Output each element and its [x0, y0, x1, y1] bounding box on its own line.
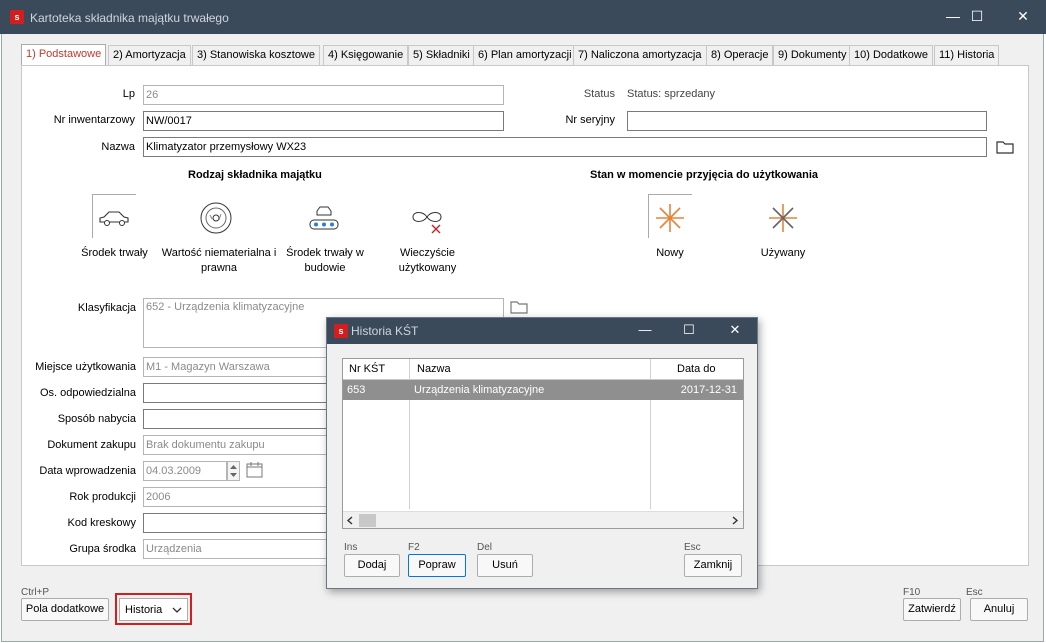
app-icon: s [10, 10, 24, 24]
calendar-icon[interactable] [246, 461, 263, 481]
acquisition-field[interactable] [143, 409, 333, 429]
asset-state-title: Stan w momencie przyjęcia do użytkowania [590, 169, 819, 181]
asset-kind-wieczyscie-uzytkowany[interactable]: Wieczyście użytkowany [380, 246, 475, 276]
barcode-label: Kod kreskowy [67, 517, 136, 529]
history-grid[interactable]: Nr KŚT Nazwa Data do 653 Urządzenia klim… [342, 358, 744, 529]
responsible-label: Os. odpowiedzialna [39, 387, 136, 399]
place-field[interactable]: M1 - Magazyn Warszawa [143, 357, 333, 377]
tab-skladniki[interactable]: 5) Składniki [408, 45, 475, 65]
entry-date-field[interactable]: 04.03.2009 [143, 461, 227, 481]
tab-stanowiska-kosztowe[interactable]: 3) Stanowiska kosztowe [192, 45, 320, 65]
confirm-button[interactable]: Zatwierdź [903, 598, 961, 621]
barcode-field[interactable] [143, 513, 333, 533]
extra-fields-button[interactable]: Pola dodatkowe [21, 598, 109, 621]
history-dropdown[interactable]: Historia [119, 598, 188, 621]
purchase-doc-field[interactable]: Brak dokumentu zakupu [143, 435, 333, 455]
scroll-left-icon[interactable] [346, 516, 354, 525]
chevron-down-icon [172, 607, 182, 613]
dialog-app-icon: s [334, 324, 348, 338]
close-button[interactable]: ✕ [1000, 0, 1046, 34]
acquisition-label: Sposób nabycia [57, 413, 136, 425]
classification-folder-icon[interactable] [510, 299, 528, 318]
cancel-shortcut: Esc [966, 587, 983, 598]
window-title: Kartoteka składnika majątku trwałego [30, 11, 229, 25]
edit-shortcut: F2 [408, 542, 420, 553]
status-label: Status [583, 88, 615, 100]
cancel-button[interactable]: Anuluj [970, 598, 1028, 621]
car-in-construction-icon[interactable] [307, 203, 341, 236]
car-icon[interactable] [97, 207, 131, 232]
name-label: Nazwa [101, 141, 135, 153]
production-year-field[interactable]: 2006 [143, 487, 333, 507]
confirm-shortcut: F10 [903, 587, 921, 598]
dialog-title: Historia KŚT [351, 324, 419, 338]
asset-kind-title: Rodzaj składnika majątku [188, 169, 322, 181]
place-label: Miejsce użytkowania [35, 361, 136, 373]
column-header-nr[interactable]: Nr KŚT [345, 359, 411, 379]
serial-number-label: Nr seryjny [565, 114, 615, 126]
date-spinner[interactable] [227, 461, 240, 481]
production-year-label: Rok produkcji [69, 491, 136, 503]
dialog-close-button[interactable]: ✕ [713, 318, 757, 344]
asset-kind-wartosc-niematerialna[interactable]: Wartość niematerialna i prawna [160, 246, 278, 276]
asset-state-uzywany[interactable]: Używany [750, 246, 816, 261]
column-header-data-do[interactable]: Data do [673, 359, 743, 379]
responsible-field[interactable] [143, 383, 333, 403]
delete-shortcut: Del [477, 542, 493, 553]
close-dialog-shortcut: Esc [684, 542, 701, 553]
horizontal-scrollbar[interactable] [343, 511, 743, 528]
folder-icon[interactable] [996, 139, 1014, 158]
row-nazwa: Urządzenia klimatyzacyjne [414, 384, 545, 396]
serial-number-field[interactable] [627, 111, 987, 131]
row-data-do: 2017-12-31 [680, 384, 737, 396]
name-field[interactable]: Klimatyzator przemysłowy WX23 [143, 137, 987, 157]
asset-state-nowy[interactable]: Nowy [640, 246, 700, 261]
classification-label: Klasyfikacja [77, 302, 136, 314]
tab-dokumenty[interactable]: 9) Dokumenty [773, 45, 852, 65]
add-shortcut: Ins [344, 542, 358, 553]
tab-naliczona-amortyzacja[interactable]: 7) Naliczona amortyzacja [573, 45, 707, 65]
scrollbar-thumb[interactable] [359, 514, 376, 527]
dialog-minimize-button[interactable]: — [623, 318, 667, 344]
tab-plan-amortyzacji[interactable]: 6) Plan amortyzacji [473, 45, 577, 65]
history-dropdown-label: Historia [125, 604, 163, 616]
maximize-button[interactable]: ☐ [954, 0, 1000, 34]
tab-historia[interactable]: 11) Historia [934, 45, 1000, 65]
star-used-icon[interactable] [767, 202, 799, 237]
tab-ksiegowanie[interactable]: 4) Księgowanie [323, 45, 409, 65]
add-button[interactable]: Dodaj [344, 554, 400, 577]
entry-date-label: Data wprowadzenia [39, 465, 136, 477]
asset-kind-srodek-trwaly[interactable]: Środek trwały [72, 246, 157, 261]
column-header-nazwa[interactable]: Nazwa [413, 359, 643, 379]
star-new-icon[interactable] [654, 202, 686, 237]
scroll-right-icon[interactable] [731, 516, 739, 525]
history-dialog: s Historia KŚT — ☐ ✕ Nr KŚT Nazwa Data d… [326, 317, 758, 589]
status-value: Status: sprzedany [627, 88, 716, 100]
tab-amortyzacja[interactable]: 2) Amortyzacja [108, 45, 191, 65]
disc-icon[interactable] [199, 201, 233, 238]
edit-button[interactable]: Popraw [408, 554, 466, 577]
asset-kind-srodek-w-budowie[interactable]: Środek trwały w budowie [280, 246, 370, 276]
lp-field[interactable]: 26 [143, 85, 504, 105]
tab-operacje[interactable]: 8) Operacje [706, 45, 774, 65]
row-nr: 653 [347, 384, 366, 396]
asset-group-field[interactable]: Urządzenia [143, 539, 333, 559]
asset-group-label: Grupa środka [69, 543, 136, 555]
purchase-doc-label: Dokument zakupu [47, 439, 136, 451]
tab-dodatkowe[interactable]: 10) Dodatkowe [849, 45, 933, 65]
dialog-maximize-button[interactable]: ☐ [667, 318, 711, 344]
inventory-number-label: Nr inwentarzowy [53, 114, 135, 126]
delete-button[interactable]: Usuń [477, 554, 533, 577]
extra-fields-shortcut: Ctrl+P [21, 587, 50, 598]
inventory-number-field[interactable]: NW/0017 [143, 111, 504, 131]
infinity-icon[interactable] [409, 205, 445, 238]
close-dialog-button[interactable]: Zamknij [684, 554, 742, 577]
lp-label: Lp [122, 88, 135, 100]
tab-podstawowe[interactable]: 1) Podstawowe [21, 44, 107, 66]
